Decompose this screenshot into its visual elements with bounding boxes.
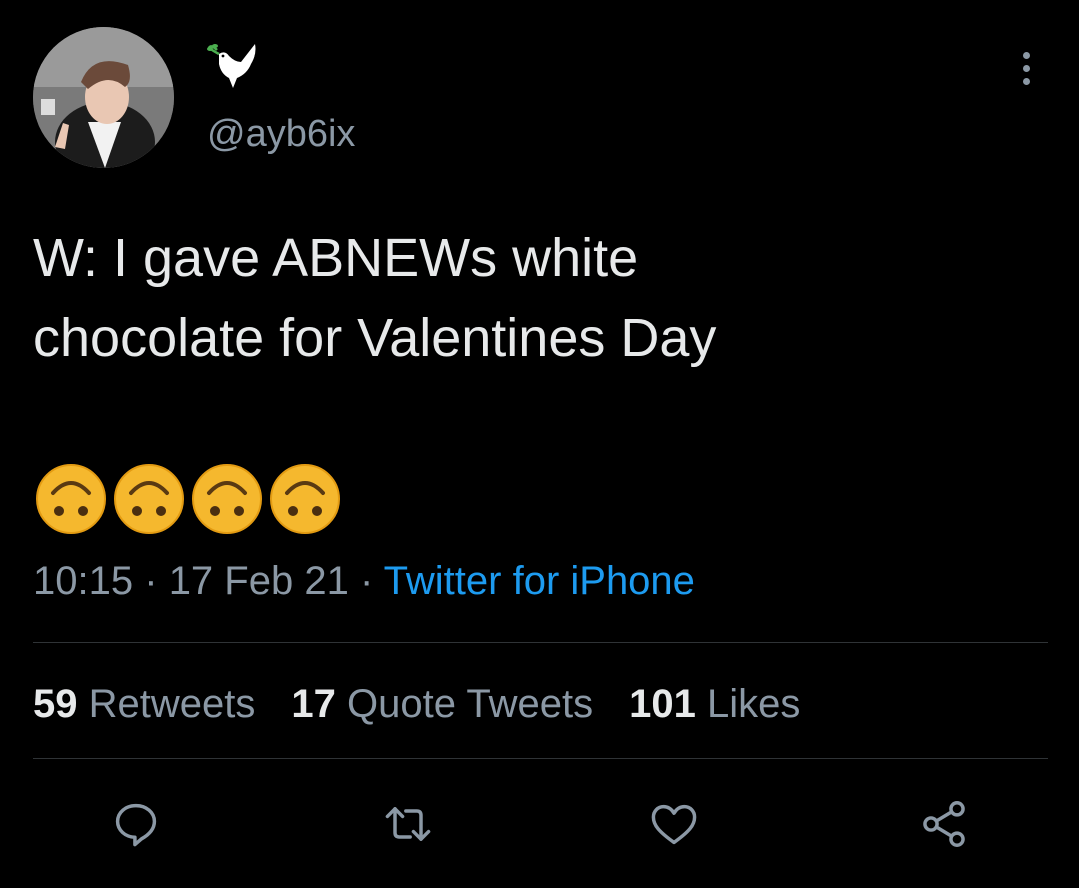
- meta-separator: ·: [359, 559, 374, 603]
- tweet-stats: 59 Retweets 17 Quote Tweets 101 Likes: [33, 678, 800, 730]
- meta-separator: ·: [144, 559, 158, 603]
- upside-down-face-icon: [114, 464, 184, 534]
- quote-tweets-label: Quote Tweets: [347, 682, 594, 726]
- tweet-date: 17 Feb 21: [168, 559, 349, 603]
- avatar-image: [33, 27, 174, 168]
- more-options-dot: [1022, 51, 1030, 59]
- like-icon: [651, 804, 697, 845]
- divider: [33, 642, 1048, 643]
- dove-with-olive-branch-icon: [207, 44, 256, 88]
- more-options-dot: [1022, 77, 1030, 85]
- likes-count: 101: [629, 682, 696, 726]
- quote-tweets-count: 17: [291, 682, 336, 726]
- more-options-dot: [1022, 64, 1030, 72]
- more-options-icon[interactable]: [1008, 46, 1044, 90]
- like-button[interactable]: [646, 796, 702, 852]
- retweets-stat[interactable]: 59 Retweets: [33, 678, 255, 730]
- retweet-icon: [385, 807, 431, 841]
- likes-stat[interactable]: 101 Likes: [629, 678, 800, 730]
- reply-icon: [115, 803, 157, 847]
- upside-down-face-icon: [36, 464, 106, 534]
- tweet-source-link[interactable]: Twitter for iPhone: [384, 559, 695, 603]
- avatar[interactable]: [33, 27, 174, 168]
- tweet-text: W: I gave ABNEWs white chocolate for Val…: [33, 228, 717, 368]
- reply-button[interactable]: [108, 796, 164, 852]
- retweets-count: 59: [33, 682, 78, 726]
- retweets-label: Retweets: [88, 682, 256, 726]
- upside-down-face-icon: [192, 464, 262, 534]
- display-name[interactable]: [207, 40, 259, 92]
- share-icon: [923, 801, 965, 847]
- likes-label: Likes: [706, 682, 801, 726]
- quote-tweets-stat[interactable]: 17 Quote Tweets: [291, 678, 593, 730]
- share-button[interactable]: [916, 796, 972, 852]
- emoji-row: [35, 463, 341, 535]
- retweet-button[interactable]: [380, 796, 436, 852]
- upside-down-face-icon: [270, 464, 340, 534]
- tweet-time: 10:15: [33, 559, 134, 603]
- divider: [33, 758, 1048, 759]
- tweet-meta: 10:15 · 17 Feb 21 · Twitter for iPhone: [33, 555, 695, 607]
- user-handle[interactable]: @ayb6ix: [207, 112, 355, 156]
